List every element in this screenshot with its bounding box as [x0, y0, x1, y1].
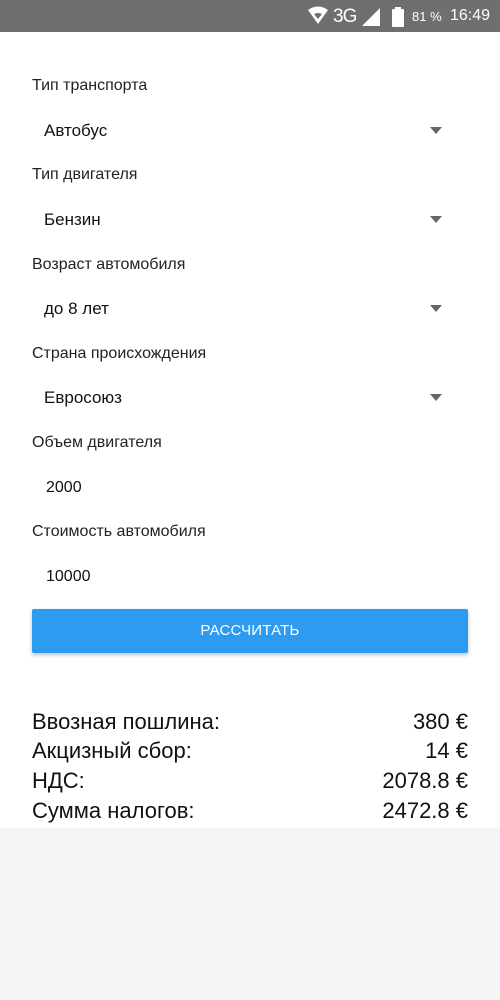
vat-label: НДС: [32, 768, 85, 793]
origin-country-label: Страна происхождения [32, 345, 207, 362]
empty-background [0, 828, 500, 1000]
battery-percent: 81 % [412, 9, 442, 24]
calculate-button[interactable]: РАССЧИТАТЬ [32, 609, 468, 653]
car-age-value[interactable]: до 8 лет [44, 299, 109, 319]
import-duty-value: 380 € [412, 709, 468, 734]
engine-volume-label: Объем двигателя [32, 434, 162, 451]
total-taxes-row: Сумма налогов: 2472.8 € [32, 798, 468, 828]
origin-country-value[interactable]: Евросоюз [44, 388, 122, 408]
chevron-down-icon[interactable] [430, 216, 442, 223]
car-cost-input[interactable]: 10000 [46, 568, 91, 586]
import-duty-row: Ввозная пошлина: 380 € [32, 709, 468, 739]
total-taxes-label: Сумма налогов: [32, 798, 195, 823]
transport-type-value[interactable]: Автобус [44, 121, 107, 141]
car-cost-label: Стоимость автомобиля [32, 523, 206, 540]
total-taxes-value: 2472.8 € [382, 798, 468, 823]
engine-type-value[interactable]: Бензин [44, 210, 101, 230]
excise-row: Акцизный сбор: 14 € [32, 738, 468, 768]
wifi-icon [308, 6, 328, 24]
vat-value: 2078.8 € [382, 768, 468, 793]
import-duty-label: Ввозная пошлина: [32, 709, 221, 734]
car-age-label: Возраст автомобиля [32, 256, 186, 273]
signal-icon [362, 8, 380, 26]
chevron-down-icon[interactable] [430, 127, 442, 134]
network-type: 3G [333, 6, 357, 27]
vat-row: НДС: 2078.8 € [32, 768, 468, 798]
excise-label: Акцизный сбор: [32, 738, 192, 763]
clock: 16:49 [450, 7, 491, 24]
excise-value: 14 € [425, 738, 468, 763]
engine-type-label: Тип двигателя [32, 166, 138, 183]
status-bar: 3G 81 % 16:49 [0, 0, 500, 32]
engine-volume-input[interactable]: 2000 [46, 479, 82, 497]
transport-type-label: Тип транспорта [32, 77, 148, 94]
chevron-down-icon[interactable] [430, 394, 442, 401]
chevron-down-icon[interactable] [430, 305, 442, 312]
battery-icon [392, 7, 404, 27]
